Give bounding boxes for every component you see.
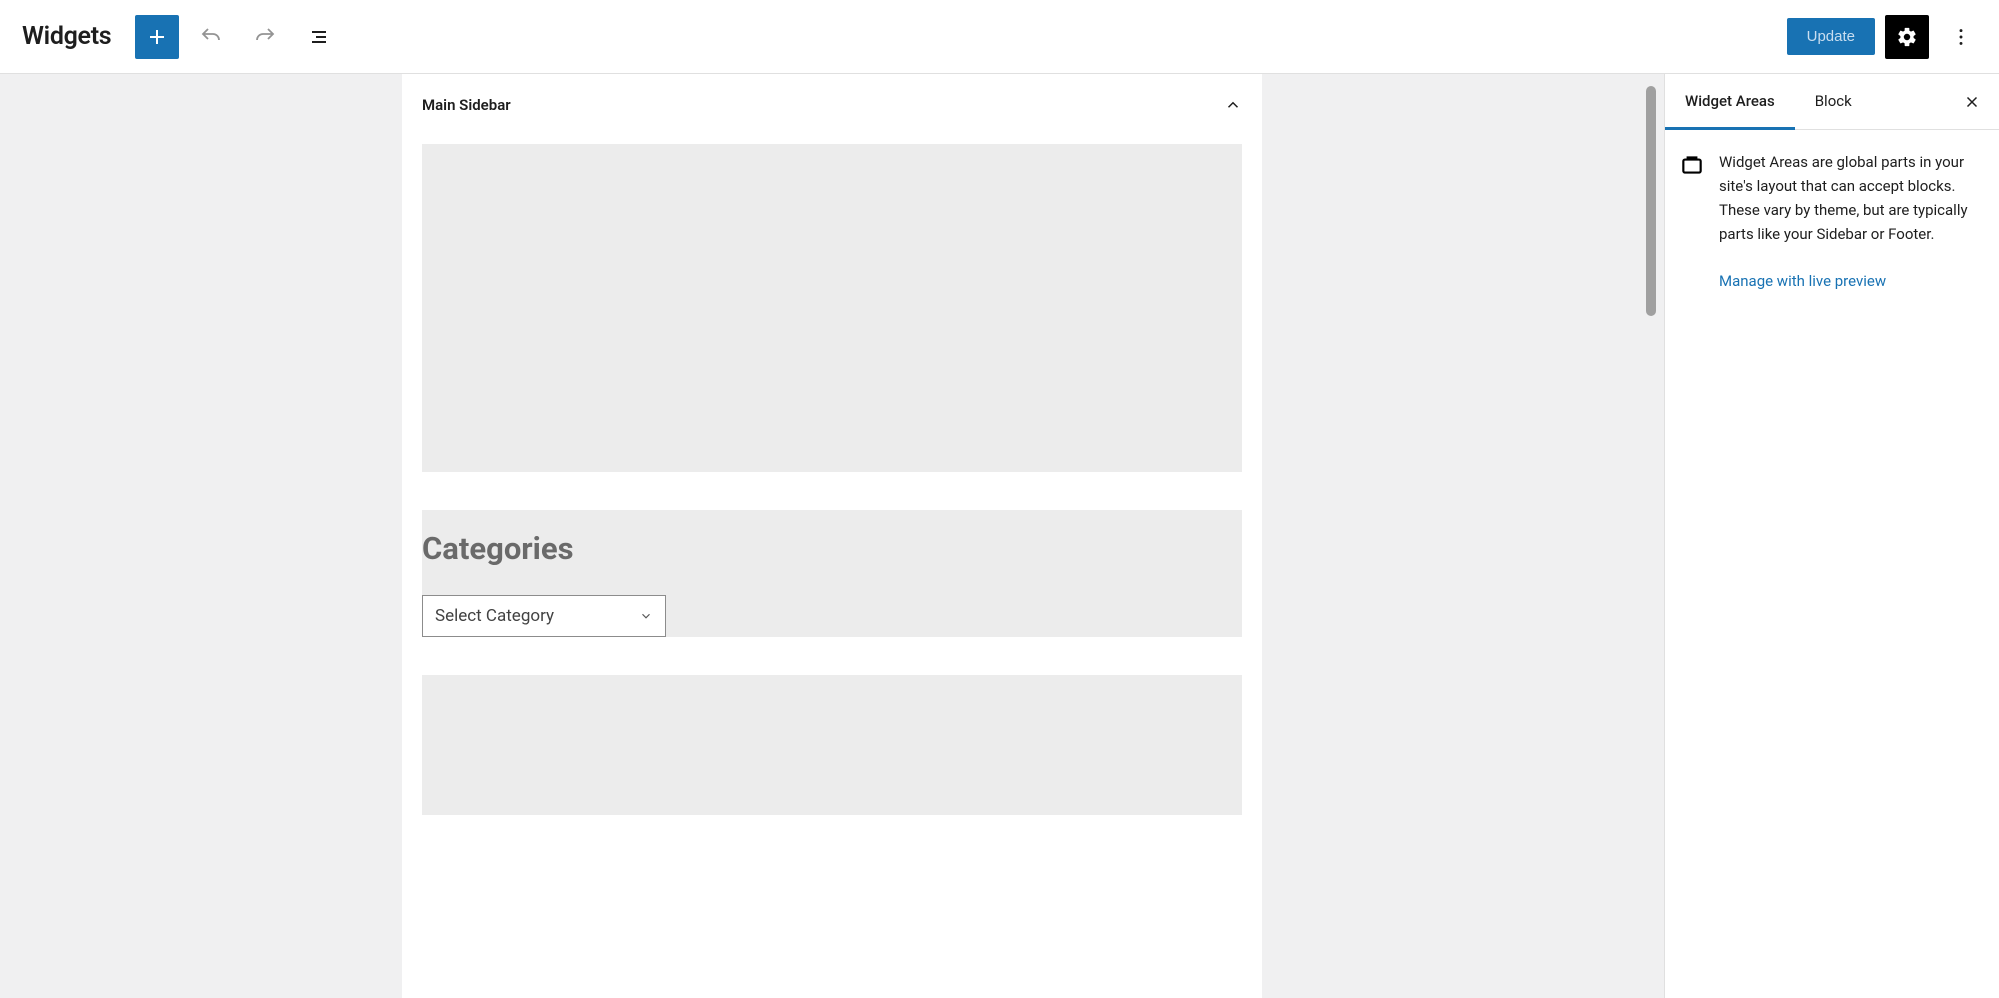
widget-block-placeholder[interactable]	[422, 144, 1242, 472]
settings-button[interactable]	[1885, 15, 1929, 59]
scrollbar-thumb[interactable]	[1646, 86, 1656, 316]
sidebar-tabs: Widget Areas Block	[1665, 74, 1999, 130]
sidebar-content: Widget Areas are global parts in your si…	[1719, 150, 1985, 290]
chevron-up-icon	[1224, 96, 1242, 114]
document-overview-button[interactable]	[297, 15, 341, 59]
widget-area-header[interactable]: Main Sidebar	[402, 74, 1262, 144]
widget-block-categories[interactable]: Categories Select Category	[422, 510, 1242, 637]
tab-block[interactable]: Block	[1795, 74, 1872, 130]
chevron-down-icon	[639, 609, 653, 623]
tab-widget-areas[interactable]: Widget Areas	[1665, 74, 1795, 130]
editor-main: Main Sidebar Categories Select Category	[0, 74, 1999, 998]
toolbar-right: Update	[1787, 15, 1991, 59]
widget-area-body: Categories Select Category	[402, 144, 1262, 815]
categories-heading: Categories	[422, 510, 1242, 595]
undo-button[interactable]	[189, 15, 233, 59]
plus-icon	[145, 25, 169, 49]
widget-block-placeholder[interactable]	[422, 675, 1242, 815]
widget-area-title: Main Sidebar	[422, 96, 511, 114]
close-icon	[1963, 93, 1981, 111]
category-select-value: Select Category	[435, 606, 554, 626]
widget-area-panel: Main Sidebar Categories Select Category	[402, 74, 1262, 998]
widget-areas-icon	[1679, 152, 1705, 178]
toolbar-left: Widgets	[22, 15, 341, 59]
redo-icon	[253, 25, 277, 49]
close-sidebar-button[interactable]	[1953, 93, 1991, 111]
redo-button[interactable]	[243, 15, 287, 59]
gear-icon	[1896, 26, 1918, 48]
settings-sidebar: Widget Areas Block Widget Areas are glob…	[1664, 74, 1999, 998]
widget-areas-description: Widget Areas are global parts in your si…	[1719, 150, 1985, 246]
more-vertical-icon	[1950, 26, 1972, 48]
page-title: Widgets	[22, 22, 111, 51]
list-view-icon	[307, 25, 331, 49]
undo-icon	[199, 25, 223, 49]
update-button[interactable]: Update	[1787, 18, 1875, 55]
editor-toolbar: Widgets Upd	[0, 0, 1999, 74]
editor-canvas[interactable]: Main Sidebar Categories Select Category	[0, 74, 1664, 998]
category-select[interactable]: Select Category	[422, 595, 666, 637]
sidebar-body: Widget Areas are global parts in your si…	[1665, 130, 1999, 310]
add-block-button[interactable]	[135, 15, 179, 59]
manage-live-preview-link[interactable]: Manage with live preview	[1719, 272, 1985, 290]
options-button[interactable]	[1939, 15, 1983, 59]
